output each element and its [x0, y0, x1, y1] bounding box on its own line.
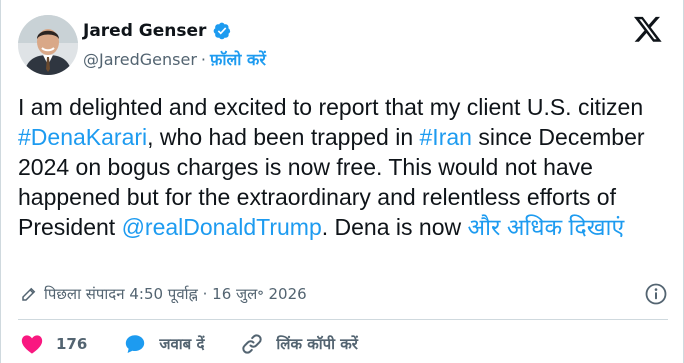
tweet-text-part: , who had been trapped in: [147, 124, 420, 150]
like-count: 176: [56, 335, 88, 353]
author-name[interactable]: Jared Genser: [83, 21, 206, 41]
tweet-card: Jared Genser @JaredGenser · फ़ॉलो करें I…: [0, 0, 684, 363]
reply-button[interactable]: जवाब दें: [123, 332, 204, 356]
like-button[interactable]: 176: [20, 332, 87, 356]
tweet-text-part: I am delighted and excited to report tha…: [18, 94, 644, 120]
avatar[interactable]: [18, 15, 78, 75]
hashtag-link[interactable]: #Iran: [420, 124, 472, 150]
tweet-actions: 176 जवाब दें लिंक कॉपी करें: [20, 330, 394, 358]
author-name-row: Jared Genser: [83, 18, 232, 44]
info-icon[interactable]: [644, 282, 668, 306]
author-handle-row: @JaredGenser · फ़ॉलो करें: [83, 47, 266, 71]
verified-badge-icon: [212, 21, 232, 41]
tweet-text-part: . Dena is now: [321, 214, 468, 240]
reply-bubble-icon: [126, 335, 145, 353]
tweet-text: I am delighted and excited to report tha…: [18, 92, 673, 242]
copy-link-button[interactable]: लिंक कॉपी करें: [240, 332, 358, 356]
link-icon: [242, 334, 263, 354]
reply-label: जवाब दें: [159, 335, 205, 353]
show-more-link[interactable]: और अधिक दिखाएं: [468, 214, 625, 240]
hashtag-link[interactable]: #DenaKarari: [18, 124, 147, 150]
pencil-icon: [20, 285, 38, 303]
copy-link-label: लिंक कॉपी करें: [276, 335, 358, 353]
x-logo-icon[interactable]: [633, 14, 663, 44]
heart-icon: [21, 335, 43, 354]
author-handle[interactable]: @JaredGenser: [83, 50, 197, 69]
mention-link[interactable]: @realDonaldTrump: [122, 214, 322, 240]
edited-timestamp[interactable]: पिछला संपादन 4:50 पूर्वाह्न · 16 जुल॰ 20…: [44, 284, 307, 304]
edit-meta-row: पिछला संपादन 4:50 पूर्वाह्न · 16 जुल॰ 20…: [20, 281, 668, 307]
divider: [18, 319, 668, 320]
follow-button[interactable]: फ़ॉलो करें: [210, 48, 266, 70]
separator-dot: ·: [200, 49, 206, 69]
